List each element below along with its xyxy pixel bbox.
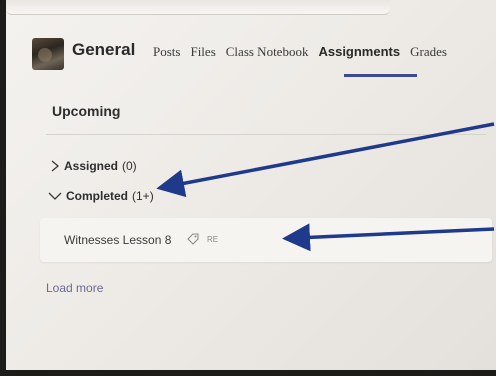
active-tab-indicator — [344, 74, 417, 77]
tab-grades[interactable]: Grades — [410, 44, 447, 60]
group-assigned[interactable]: Assigned (0) — [50, 159, 137, 173]
group-assigned-label: Assigned — [64, 159, 119, 173]
section-divider — [46, 134, 486, 135]
group-completed[interactable]: Completed (1+) — [48, 189, 154, 203]
assignment-title: Witnesses Lesson 8 — [64, 233, 172, 247]
tab-bar: Posts Files Class Notebook Assignments G… — [153, 44, 457, 60]
channel-name[interactable]: General — [72, 40, 135, 60]
chevron-down-icon — [48, 192, 62, 200]
group-assigned-count: (0) — [122, 159, 137, 173]
team-avatar[interactable] — [32, 38, 64, 70]
group-completed-count: (1+) — [132, 189, 154, 203]
load-more-link[interactable]: Load more — [46, 281, 103, 295]
teams-assignments-screen: General Posts Files Class Notebook Assig… — [6, 0, 496, 370]
tab-class-notebook[interactable]: Class Notebook — [226, 44, 309, 60]
group-completed-label: Completed — [66, 189, 129, 203]
chevron-right-icon — [51, 160, 60, 172]
assignment-card[interactable]: Witnesses Lesson 8 RE — [40, 218, 492, 262]
top-window-strip — [6, 0, 390, 15]
section-title-upcoming: Upcoming — [52, 103, 121, 119]
tab-posts[interactable]: Posts — [153, 44, 180, 60]
tab-assignments[interactable]: Assignments — [318, 44, 400, 60]
tab-files[interactable]: Files — [190, 44, 215, 60]
assignment-tag: RE — [207, 235, 219, 244]
tag-icon — [187, 233, 199, 245]
